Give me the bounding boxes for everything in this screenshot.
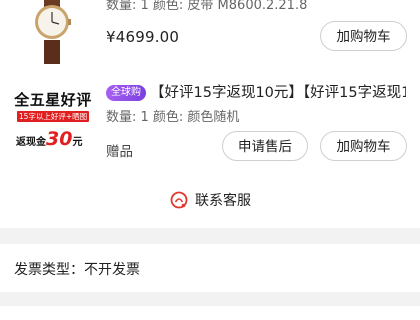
item2-gift-label: 赠品 — [106, 144, 133, 160]
contact-service-button[interactable]: 联系客服 — [169, 190, 251, 210]
item2-title: 【好评15字返现10元】【好评15字返现10元】 — [150, 85, 406, 101]
item1-add-to-cart-button[interactable]: 加购物车 — [320, 21, 407, 51]
apply-after-sale-button[interactable]: 申请售后 — [222, 131, 308, 161]
item1-meta: 数量: 1 颜色: 皮带 M8600.2.21.8 — [106, 0, 308, 13]
customer-service-icon — [170, 191, 188, 209]
promo-headline: 全五星好评 — [14, 91, 92, 109]
order-items-card: 数量: 1 颜色: 皮带 M8600.2.21.8 ¥4699.00 加购物车 … — [0, 0, 420, 228]
watch-thumbnail[interactable] — [24, 0, 80, 64]
contact-service-row: 联系客服 — [0, 186, 420, 220]
promo-cashback-prefix: 返现金 — [16, 137, 46, 148]
item2-meta: 数量: 1 颜色: 颜色随机 — [106, 110, 240, 125]
invoice-type-text: 发票类型：不开发票 — [14, 262, 140, 278]
contact-service-label: 联系客服 — [195, 193, 251, 209]
watch-icon — [35, 0, 71, 64]
promo-subline: 15字以上好评+晒图 — [17, 111, 89, 122]
next-section-edge — [0, 306, 420, 320]
promo-cashback-suffix: 元 — [72, 137, 83, 148]
promo-cashback: 返现金30元 — [16, 128, 96, 150]
item1-price: ¥4699.00 — [106, 28, 180, 46]
global-purchase-badge: 全球购 — [106, 85, 146, 101]
item2-add-to-cart-button[interactable]: 加购物车 — [320, 131, 407, 161]
invoice-section[interactable]: 发票类型：不开发票 — [0, 244, 420, 292]
promo-cashback-amount: 30 — [46, 128, 73, 150]
item2-promo-image[interactable]: 全五星好评 15字以上好评+晒图 返现金30元 — [10, 84, 96, 162]
item2-title-row[interactable]: 全球购【好评15字返现10元】【好评15字返现10元】 — [106, 82, 406, 104]
